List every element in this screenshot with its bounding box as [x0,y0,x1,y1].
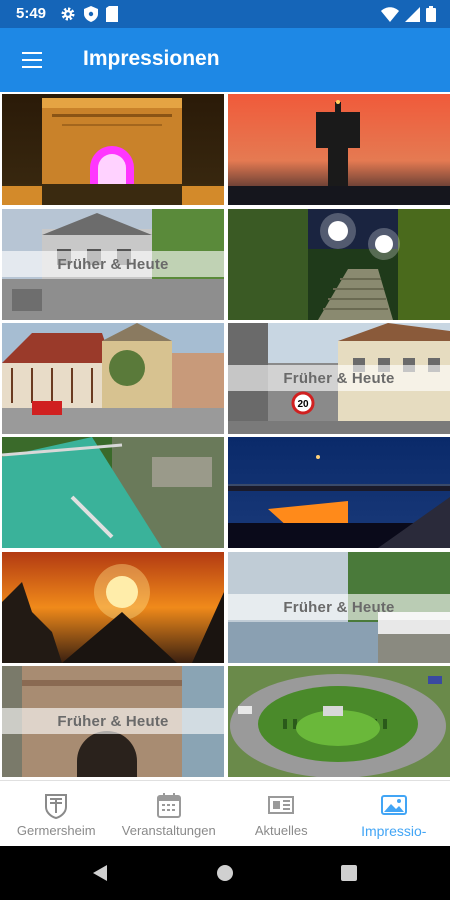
page-title: Impressionen [83,47,220,70]
gallery-tile-roundabout-aerial[interactable] [228,666,450,777]
frueher-heute-caption: Früher & Heute [228,365,450,391]
hamburger-menu-icon[interactable] [14,44,50,76]
coat-of-arms-icon [45,794,68,819]
newspaper-icon [268,796,295,814]
gallery-tile-half-timbered-street[interactable] [2,323,224,434]
gallery-tile-fortress-gate-night[interactable] [2,94,224,205]
image-gallery-icon [380,795,407,815]
calendar-icon [156,793,181,818]
settings-icon [61,7,75,21]
tab-impressionen[interactable]: Impressio- [338,781,450,847]
gallery-tile-frueher-heute-gate[interactable]: Früher & Heute [2,666,224,777]
app-bar: Impressionen [0,28,450,92]
status-time: 5:49 [16,5,47,22]
tab-germersheim[interactable]: Germersheim [0,781,113,847]
signal-icon [405,6,420,22]
shield-icon [84,6,98,22]
tab-veranstaltungen[interactable]: Veranstaltungen [113,781,226,847]
frueher-heute-caption: Früher & Heute [2,251,224,277]
gallery-tile-rhine-aerial[interactable] [2,437,224,548]
gallery-tile-stairs-night[interactable] [228,209,450,320]
back-icon[interactable] [91,864,109,882]
gallery-tile-frueher-heute-houses[interactable]: Früher & Heute [2,209,224,320]
battery-icon [426,6,436,22]
frueher-heute-caption: Früher & Heute [2,708,224,734]
recent-apps-icon[interactable] [341,865,357,881]
speed-limit-sign: 20 [297,399,309,410]
home-icon[interactable] [216,864,234,882]
wifi-icon [381,6,399,22]
frueher-heute-caption: Früher & Heute [228,594,450,620]
gallery-tile-frueher-heute-speed-sign[interactable]: 20 Früher & Heute [228,323,450,434]
sim-card-icon [106,6,118,22]
status-bar: 5:49 [0,0,450,28]
bottom-navigation: Germersheim Veranstaltungen Aktuelles Im… [0,780,450,847]
gallery-tile-sunset-tree[interactable] [2,552,224,663]
system-navigation-bar [0,846,450,900]
image-grid: Früher & Heute 20 Früher & Heute Früher … [0,92,450,780]
tab-aktuelles[interactable]: Aktuelles [225,781,338,847]
gallery-tile-frueher-heute-riverside[interactable]: Früher & Heute [228,552,450,663]
gallery-tile-water-tower-sunset[interactable] [228,94,450,205]
gallery-tile-bridge-night-lights[interactable] [228,437,450,548]
